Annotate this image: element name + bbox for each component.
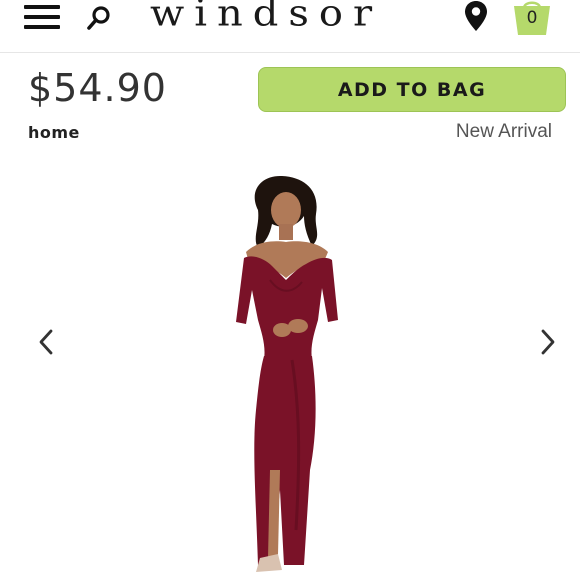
product-price: $54.90 (28, 66, 167, 110)
new-arrival-tag: New Arrival (455, 121, 552, 142)
product-image[interactable] (200, 170, 380, 580)
chevron-left-icon[interactable] (36, 328, 56, 356)
windsor-logo[interactable]: windsor (150, 0, 430, 34)
add-to-bag-button[interactable]: ADD TO BAG (258, 67, 566, 112)
breadcrumb-home-link[interactable]: home (28, 123, 80, 142)
shopping-bag-icon[interactable]: 0 (512, 0, 552, 36)
hamburger-menu-icon[interactable] (24, 5, 60, 29)
map-pin-icon[interactable] (464, 0, 488, 32)
site-header: windsor 0 (0, 0, 580, 53)
search-icon[interactable] (86, 5, 112, 31)
bag-count-badge: 0 (526, 8, 538, 28)
chevron-right-icon[interactable] (538, 328, 558, 356)
